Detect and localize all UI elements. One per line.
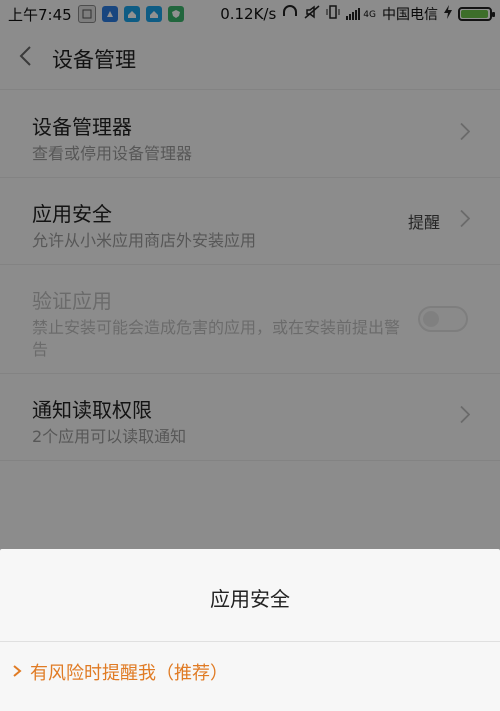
sheet-option-warn-on-risk[interactable]: 有风险时提醒我（推荐） <box>12 659 228 685</box>
sheet-title: 应用安全 <box>210 587 290 611</box>
sheet-divider <box>0 641 500 642</box>
bottom-sheet: 应用安全 有风险时提醒我（推荐） <box>0 549 500 711</box>
sheet-option-label: 有风险时提醒我（推荐） <box>30 663 228 684</box>
selected-chevron-icon <box>12 662 22 683</box>
